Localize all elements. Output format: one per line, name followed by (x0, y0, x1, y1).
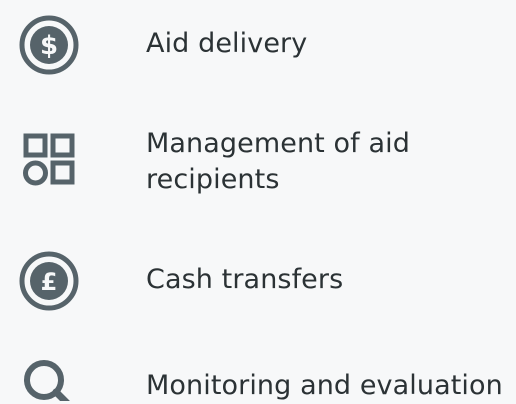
list-item-management: Management of aid recipients (0, 120, 516, 210)
magnifier-icon (18, 354, 80, 401)
svg-text:$: $ (40, 31, 58, 61)
list-item-label: Monitoring and evaluation (146, 370, 503, 401)
pound-circle-icon: £ (18, 250, 80, 312)
grid-shapes-icon (18, 130, 80, 192)
list-item-cash-transfers: £ Cash transfers (0, 244, 516, 314)
dollar-circle-icon: $ (18, 14, 80, 76)
list-item-label: Cash transfers (146, 264, 344, 295)
list-item-monitoring: Monitoring and evaluation (0, 350, 516, 401)
svg-text:£: £ (41, 268, 58, 296)
list-item-label: Aid delivery (146, 28, 308, 59)
list-item-label: Management of aid recipients (146, 128, 410, 195)
feature-list: $ Aid delivery Management of aid recipie… (0, 0, 516, 401)
list-item-aid-delivery: $ Aid delivery (0, 8, 516, 78)
